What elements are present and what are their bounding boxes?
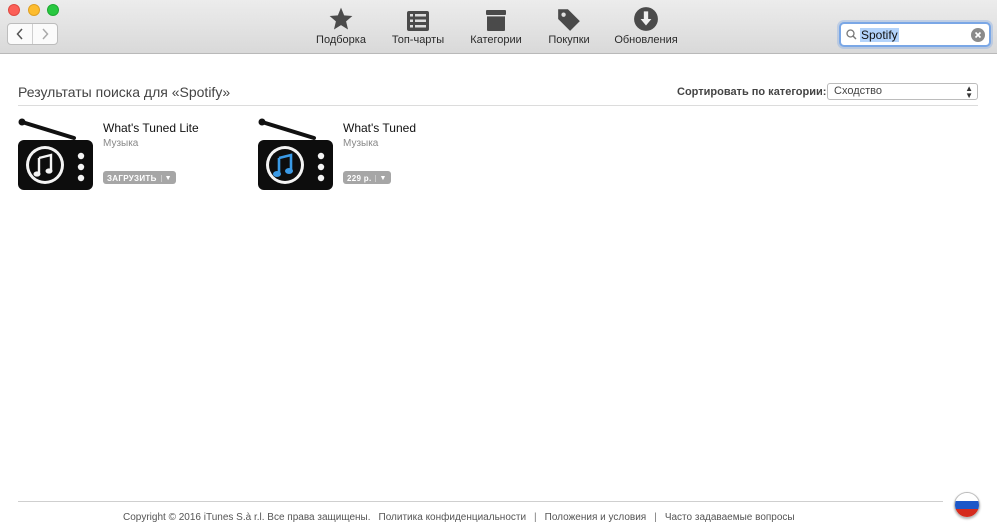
sort-select[interactable]: Сходство ▲ ▼ bbox=[827, 83, 978, 100]
results-heading: Результаты поиска для «Spotify» bbox=[18, 84, 231, 100]
tab-top-charts[interactable]: Топ-чарты bbox=[388, 4, 448, 52]
caret-down-icon: ▼ bbox=[160, 174, 172, 182]
radio-app-icon[interactable] bbox=[258, 118, 334, 192]
app-category[interactable]: Музыка bbox=[343, 138, 378, 149]
privacy-policy-link[interactable]: Политика конфиденциальности bbox=[379, 512, 527, 523]
tab-purchases-label: Покупки bbox=[548, 34, 590, 46]
close-icon bbox=[974, 31, 982, 39]
window-close-button[interactable] bbox=[8, 4, 20, 16]
search-field[interactable]: Spotify bbox=[839, 22, 991, 47]
window-maximize-button[interactable] bbox=[47, 4, 59, 16]
back-button[interactable] bbox=[8, 24, 32, 44]
star-icon bbox=[329, 7, 353, 30]
tab-top-charts-label: Топ-чарты bbox=[391, 34, 445, 46]
get-button[interactable]: ЗАГРУЗИТЬ ▼ bbox=[103, 171, 176, 184]
app-name[interactable]: What's Tuned Lite bbox=[103, 121, 199, 135]
price-button[interactable]: 229 р. ▼ bbox=[343, 171, 391, 184]
caret-down-icon: ▼ bbox=[375, 174, 386, 182]
history-nav bbox=[7, 23, 58, 45]
separator: | bbox=[654, 512, 657, 523]
tab-categories[interactable]: Категории bbox=[466, 4, 526, 52]
copyright-text: Copyright © 2016 iTunes S.à r.l. Все пра… bbox=[123, 512, 371, 523]
terms-link[interactable]: Положения и условия bbox=[545, 512, 647, 523]
chevron-left-icon bbox=[16, 28, 23, 40]
flag-stripe-red bbox=[955, 508, 979, 517]
list-icon bbox=[407, 11, 429, 31]
get-button-label: ЗАГРУЗИТЬ bbox=[107, 173, 157, 183]
tag-icon bbox=[558, 9, 580, 31]
tab-updates[interactable]: Обновления bbox=[612, 4, 680, 52]
country-flag-icon[interactable] bbox=[954, 492, 980, 518]
tab-purchases[interactable]: Покупки bbox=[544, 4, 594, 52]
app-category[interactable]: Музыка bbox=[103, 138, 138, 149]
search-input[interactable]: Spotify bbox=[860, 28, 899, 42]
box-icon bbox=[486, 10, 506, 31]
window-minimize-button[interactable] bbox=[28, 4, 40, 16]
app-name[interactable]: What's Tuned bbox=[343, 121, 416, 135]
divider bbox=[18, 105, 978, 106]
updown-arrows-icon: ▲ ▼ bbox=[965, 84, 973, 100]
footer-divider bbox=[18, 501, 943, 502]
tab-categories-label: Категории bbox=[470, 34, 522, 46]
sort-select-value: Сходство bbox=[834, 85, 882, 97]
tab-updates-label: Обновления bbox=[614, 34, 678, 46]
toolbar: Подборка Топ-чарты Категории Покупки Обн… bbox=[0, 0, 997, 54]
price-button-label: 229 р. bbox=[347, 173, 372, 183]
tab-featured[interactable]: Подборка bbox=[314, 4, 368, 52]
forward-button[interactable] bbox=[32, 24, 57, 44]
search-icon bbox=[846, 29, 857, 40]
sort-label: Сортировать по категории: bbox=[677, 86, 827, 98]
footer: Copyright © 2016 iTunes S.à r.l. Все пра… bbox=[123, 512, 795, 523]
clear-search-button[interactable] bbox=[971, 28, 985, 42]
faq-link[interactable]: Часто задаваемые вопросы bbox=[665, 512, 795, 523]
flag-stripe-white bbox=[955, 493, 979, 501]
separator: | bbox=[534, 512, 537, 523]
radio-app-icon[interactable] bbox=[18, 118, 94, 192]
tab-featured-label: Подборка bbox=[316, 34, 366, 46]
download-icon bbox=[634, 7, 658, 31]
chevron-right-icon bbox=[42, 28, 49, 40]
flag-stripe-blue bbox=[955, 500, 979, 509]
